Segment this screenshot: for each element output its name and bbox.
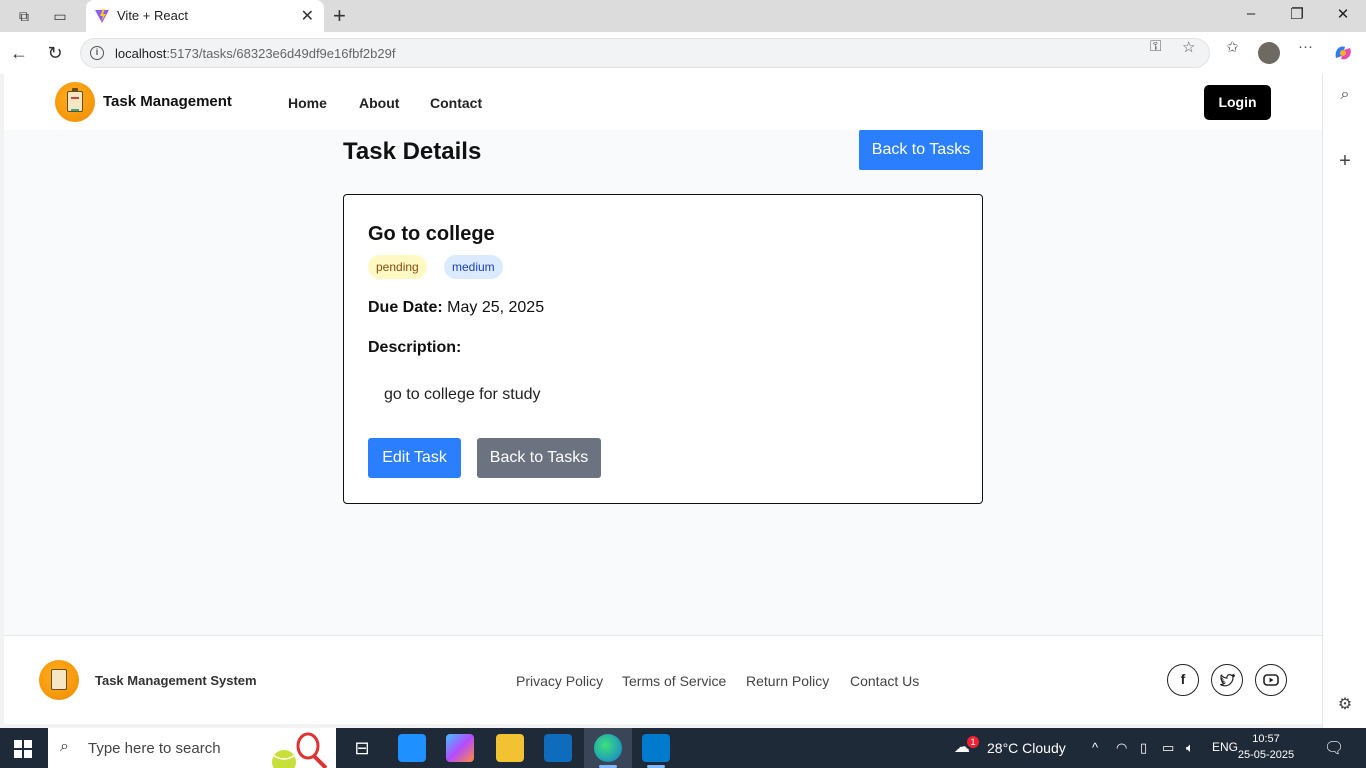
page-title: Task Details	[343, 138, 482, 165]
nav-about[interactable]: About	[359, 95, 399, 111]
search-placeholder: Type here to search	[88, 740, 221, 757]
edit-task-button[interactable]: Edit Task	[368, 438, 461, 478]
description-text: go to college for study	[384, 386, 541, 403]
back-to-tasks-top-button[interactable]: Back to Tasks	[859, 130, 983, 170]
contact-us-link[interactable]: Contact Us	[850, 673, 919, 689]
profile-avatar[interactable]	[1258, 42, 1280, 64]
back-to-tasks-button[interactable]: Back to Tasks	[477, 438, 601, 478]
browser-tab[interactable]: Vite + React ✕	[86, 0, 324, 32]
microsoft-store-icon[interactable]	[398, 734, 426, 762]
new-tab-icon[interactable]: +	[333, 3, 346, 29]
app-footer: Task Management System Privacy Policy Te…	[4, 635, 1322, 724]
windows-start-icon[interactable]	[14, 740, 32, 758]
favorite-star-icon[interactable]: ☆	[1182, 38, 1195, 56]
edge-browser-icon[interactable]	[594, 734, 622, 762]
due-date-row: Due Date: May 25, 2025	[368, 299, 544, 317]
priority-badge: medium	[444, 255, 503, 279]
privacy-policy-link[interactable]: Privacy Policy	[516, 673, 603, 689]
terms-of-service-link[interactable]: Terms of Service	[622, 673, 726, 689]
facebook-icon[interactable]: f	[1167, 664, 1199, 696]
weather-alert-badge: 1	[967, 736, 979, 748]
refresh-icon[interactable]: ↻	[44, 42, 66, 64]
browser-tabstrip: ⧉ ▭ Vite + React ✕ + – ❐ ✕	[0, 0, 1366, 32]
due-date-label: Due Date:	[368, 299, 443, 316]
minimize-icon[interactable]: –	[1236, 5, 1266, 22]
add-icon[interactable]: +	[1335, 150, 1355, 172]
twitter-icon[interactable]	[1211, 664, 1243, 696]
taskbar-clock[interactable]: 10:57 25-05-2025	[1236, 731, 1296, 763]
tennis-illustration-icon	[272, 732, 328, 768]
youtube-icon[interactable]	[1255, 664, 1287, 696]
tab-actions-icon[interactable]: ▭	[50, 6, 70, 26]
wifi-icon[interactable]: ◠	[1116, 740, 1127, 756]
battery-icon[interactable]: ▭	[1162, 740, 1174, 756]
volume-icon[interactable]: 🔈︎	[1186, 740, 1194, 756]
workspaces-icon[interactable]: ⧉	[14, 6, 34, 26]
app-header: Task Management Home About Contact Login	[4, 74, 1322, 130]
clock-date: 25-05-2025	[1237, 749, 1295, 761]
task-view-icon[interactable]: ⊟	[348, 734, 376, 762]
browser-toolbar: ← ↻ i localhost:5173/tasks/68323e6d49df9…	[0, 32, 1366, 74]
language-indicator[interactable]: ENG	[1212, 740, 1238, 754]
url-host: localhost	[115, 46, 167, 61]
restore-icon[interactable]: ❐	[1282, 5, 1312, 23]
window-close-icon[interactable]: ✕	[1328, 5, 1358, 23]
clock-time: 10:57	[1252, 733, 1280, 745]
windows-taskbar: ⌕ Type here to search ⊟ ☁ 1 28°C Cloudy …	[0, 728, 1366, 768]
outlook-icon[interactable]	[544, 734, 572, 762]
footer-clipboard-logo-icon	[39, 660, 79, 700]
file-explorer-icon[interactable]	[496, 734, 524, 762]
task-card: Go to college pending medium Due Date: M…	[343, 194, 983, 504]
page-viewport: Task Management Home About Contact Login…	[4, 74, 1322, 724]
brand-title[interactable]: Task Management	[103, 93, 232, 110]
vite-favicon-icon	[95, 9, 109, 23]
settings-gear-icon[interactable]: ⚙	[1335, 694, 1355, 714]
description-label: Description:	[368, 339, 462, 356]
due-date-value: May 25, 2025	[447, 299, 545, 316]
status-badge: pending	[368, 255, 427, 279]
copilot-app-icon[interactable]	[446, 734, 474, 762]
search-icon[interactable]: ⌕	[1335, 86, 1355, 106]
return-policy-link[interactable]: Return Policy	[746, 673, 829, 689]
more-menu-icon[interactable]: ···	[1298, 38, 1313, 55]
chevron-up-icon[interactable]: ^	[1092, 740, 1098, 755]
address-bar[interactable]: i localhost:5173/tasks/68323e6d49df9e16f…	[80, 38, 1210, 68]
task-title: Go to college	[368, 223, 495, 245]
vscode-icon[interactable]	[642, 734, 670, 762]
tab-close-icon[interactable]: ✕	[301, 6, 314, 26]
url-path: :5173/tasks/68323e6d49df9e16fbf2b29f	[166, 46, 396, 61]
login-button[interactable]: Login	[1204, 85, 1271, 120]
footer-brand: Task Management System	[95, 673, 257, 688]
nav-home[interactable]: Home	[288, 95, 327, 111]
copilot-icon[interactable]	[1332, 42, 1354, 64]
back-arrow-icon[interactable]: ←	[8, 42, 30, 64]
clipboard-logo-icon[interactable]	[55, 82, 95, 122]
url-text[interactable]: localhost:5173/tasks/68323e6d49df9e16fbf…	[115, 46, 395, 61]
notifications-icon[interactable]: 🗨︎	[1324, 738, 1344, 758]
site-info-icon[interactable]: i	[90, 46, 104, 60]
nav-contact[interactable]: Contact	[430, 95, 482, 111]
tab-title: Vite + React	[117, 8, 188, 23]
password-key-icon[interactable]: ⚿	[1150, 38, 1161, 55]
favorites-list-icon[interactable]: ✩	[1226, 38, 1239, 56]
weather-text[interactable]: 28°C Cloudy	[987, 740, 1066, 756]
phone-link-icon[interactable]: ▯	[1140, 740, 1147, 756]
browser-sidebar: ⌕ + ⚙	[1322, 74, 1366, 728]
search-magnifier-icon: ⌕	[60, 738, 69, 755]
taskbar-search-box[interactable]: ⌕ Type here to search	[48, 728, 336, 768]
